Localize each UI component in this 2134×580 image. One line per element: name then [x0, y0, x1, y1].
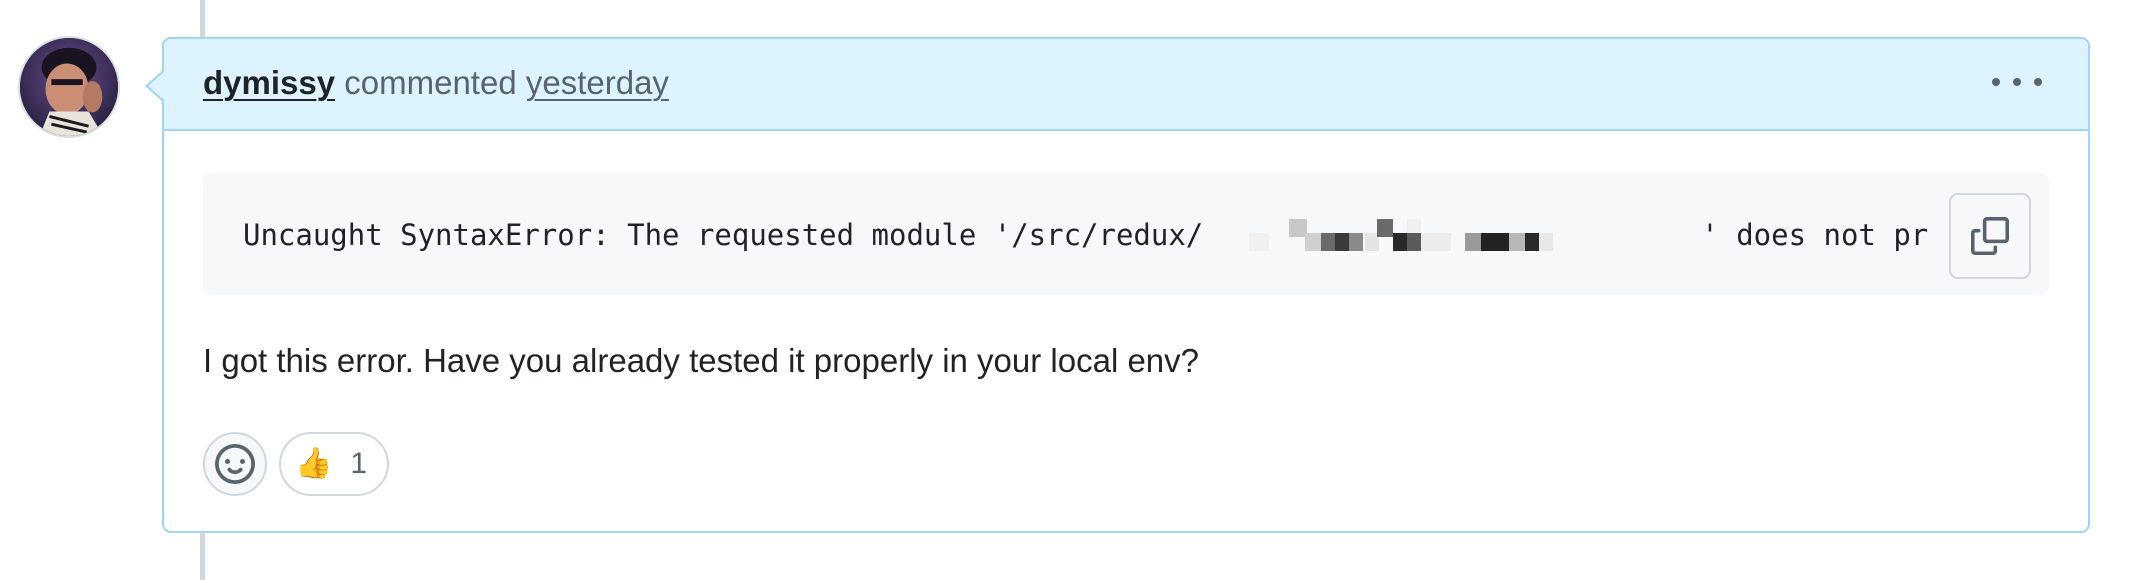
add-reaction-button[interactable] [203, 432, 267, 496]
kebab-dot [1992, 78, 2000, 86]
comment-action: commented [344, 64, 517, 101]
avatar[interactable] [18, 36, 120, 138]
author-link[interactable]: dymissy [203, 64, 335, 101]
kebab-horizontal-icon[interactable] [1992, 67, 2042, 97]
code-suffix: ' does not pr [1701, 218, 1929, 252]
kebab-dot [2013, 78, 2021, 86]
reaction-count: 1 [350, 447, 368, 480]
avatar-image [20, 38, 118, 136]
code-prefix: Uncaught SyntaxError: The requested modu… [243, 218, 1204, 252]
code-block: Uncaught SyntaxError: The requested modu… [203, 173, 2049, 295]
timestamp-link[interactable]: yesterday [526, 64, 669, 101]
comment-pointer-fill [148, 72, 164, 100]
comment-meta: dymissy commented yesterday [203, 63, 669, 103]
code-line: Uncaught SyntaxError: The requested modu… [243, 215, 1998, 255]
thumbs-up-emoji: 👍 [295, 447, 333, 480]
comment-body: I got this error. Have you already teste… [203, 342, 1200, 379]
timeline-comment: dymissy commented yesterday Uncaught Syn… [162, 37, 2090, 533]
thumbs-up-reaction-button[interactable]: 👍 1 [279, 432, 390, 496]
kebab-dot [2034, 78, 2042, 86]
comment-header: dymissy commented yesterday [164, 39, 2088, 131]
redacted-region [1209, 215, 1695, 255]
copy-icon [1971, 217, 2009, 255]
smiley-icon [215, 444, 255, 484]
reactions-bar: 👍 1 [203, 432, 390, 496]
copy-button[interactable] [1949, 193, 2031, 279]
